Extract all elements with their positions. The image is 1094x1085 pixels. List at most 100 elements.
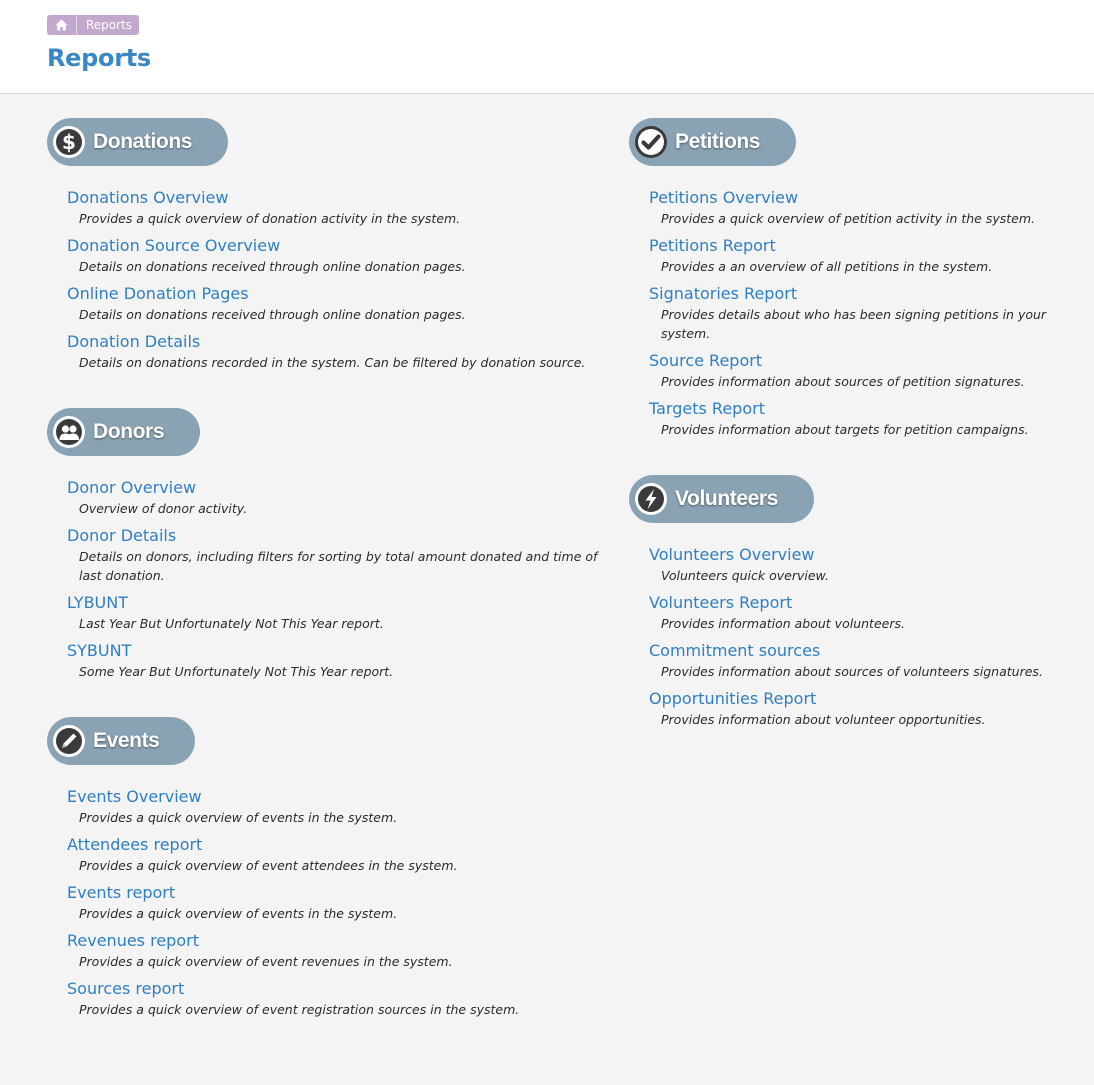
report-link[interactable]: Events report [67, 883, 175, 903]
section-header-volunteers: Volunteers [629, 475, 814, 523]
report-link[interactable]: Commitment sources [649, 641, 820, 661]
left-column: $ Donations Donations Overview Provides a q… [47, 118, 607, 1055]
dollar-icon: $ [53, 126, 85, 158]
report-item: Volunteers Overview Volunteers quick over… [649, 545, 1079, 585]
users-icon [53, 416, 85, 448]
report-item: Attendees report Provides a quick overvie… [67, 835, 607, 875]
section-title: Volunteers [675, 487, 778, 510]
section-title: Petitions [675, 130, 761, 153]
report-description: Provides a quick overview of events in t… [79, 810, 398, 825]
section-volunteers: Volunteers Volunteers Overview Volunteers … [629, 475, 1079, 729]
report-description: Provides information about volunteers. [661, 616, 905, 631]
report-link[interactable]: Donations Overview [67, 188, 228, 208]
right-column: Petitions Petitions Overview Provides a qu… [629, 118, 1079, 765]
report-list: Events Overview Provides a quick overview… [47, 787, 607, 1019]
report-description: Provides a quick overview of donation ac… [79, 211, 461, 226]
report-link[interactable]: Petitions Report [649, 236, 776, 256]
report-description: Provides information about volunteer opp… [661, 712, 986, 727]
home-icon [55, 19, 68, 31]
page-title: Reports [47, 44, 151, 72]
report-link[interactable]: Donation Details [67, 332, 200, 352]
report-description: Details on donations received through on… [79, 259, 466, 274]
report-link[interactable]: Donor Details [67, 526, 176, 546]
report-item: Targets Report Provides information about… [649, 399, 1079, 439]
breadcrumb-item-reports[interactable]: Reports [77, 15, 139, 35]
section-header-donors: Donors [47, 408, 201, 456]
report-item: LYBUNT Last Year But Unfortunately Not Th… [67, 593, 607, 633]
report-item: Donation Details Details on donations rec… [67, 332, 607, 372]
section-header-events: Events [47, 717, 196, 765]
section-title: Donors [93, 420, 165, 443]
report-item: Donor Overview Overview of donor activity… [67, 478, 607, 518]
report-item: Volunteers Report Provides information ab… [649, 593, 1079, 633]
report-description: Provides information about sources of pe… [661, 374, 1025, 389]
svg-text:$: $ [62, 130, 76, 154]
report-description: Details on donors, including filters for… [79, 549, 598, 583]
report-list: Petitions Overview Provides a quick overv… [629, 188, 1079, 439]
section-donors: Donors Donor Overview Overview of donor ac… [47, 408, 607, 681]
report-link[interactable]: Sources report [67, 979, 184, 999]
report-link[interactable]: Targets Report [649, 399, 765, 419]
report-link[interactable]: Donation Source Overview [67, 236, 280, 256]
report-link[interactable]: Volunteers Report [649, 593, 792, 613]
report-description: Provides a quick overview of event reven… [79, 954, 453, 969]
report-item: Signatories Report Provides details about… [649, 284, 1079, 343]
breadcrumb-home-link[interactable] [47, 15, 77, 35]
report-link[interactable]: Source Report [649, 351, 762, 371]
report-list: Volunteers Overview Volunteers quick over… [629, 545, 1079, 729]
report-link[interactable]: Donor Overview [67, 478, 196, 498]
report-link[interactable]: Volunteers Overview [649, 545, 815, 565]
report-description: Provides details about who has been sign… [661, 307, 1047, 341]
report-description: Provides a quick overview of events in t… [79, 906, 398, 921]
page-header: Reports Reports [0, 0, 1094, 94]
report-link[interactable]: Signatories Report [649, 284, 797, 304]
report-link[interactable]: Events Overview [67, 787, 202, 807]
section-petitions: Petitions Petitions Overview Provides a qu… [629, 118, 1079, 439]
report-description: Overview of donor activity. [79, 501, 248, 516]
report-item: Events Overview Provides a quick overview… [67, 787, 607, 827]
report-list: Donor Overview Overview of donor activity… [47, 478, 607, 681]
report-description: Provides a quick overview of event atten… [79, 858, 458, 873]
section-events: Events Events Overview Provides a quick ov… [47, 717, 607, 1019]
report-description: Provides a an overview of all petitions … [661, 259, 993, 274]
section-header-donations: $ Donations [47, 118, 229, 166]
report-list: Donations Overview Provides a quick overv… [47, 188, 607, 372]
report-description: Some Year But Unfortunately Not This Yea… [79, 664, 394, 679]
report-description: Last Year But Unfortunately Not This Yea… [79, 616, 384, 631]
report-item: Events report Provides a quick overview o… [67, 883, 607, 923]
lightning-icon [635, 483, 667, 515]
checkmark-icon [635, 126, 667, 158]
report-item: Donor Details Details on donors, includin… [67, 526, 607, 585]
report-item: Source Report Provides information about … [649, 351, 1079, 391]
report-description: Volunteers quick overview. [661, 568, 829, 583]
report-description: Details on donations received through on… [79, 307, 466, 322]
breadcrumb: Reports [47, 15, 140, 35]
section-title: Donations [93, 130, 193, 153]
report-item: Petitions Report Provides a an overview o… [649, 236, 1079, 276]
report-item: Online Donation Pages Details on donation… [67, 284, 607, 324]
report-item: Opportunities Report Provides information… [649, 689, 1079, 729]
report-item: Commitment sources Provides information a… [649, 641, 1079, 681]
report-description: Provides information about targets for p… [661, 422, 1029, 437]
report-item: Petitions Overview Provides a quick overv… [649, 188, 1079, 228]
section-donations: $ Donations Donations Overview Provides a q… [47, 118, 607, 372]
report-item: Revenues report Provides a quick overview… [67, 931, 607, 971]
report-item: SYBUNT Some Year But Unfortunately Not Th… [67, 641, 607, 681]
report-link[interactable]: Opportunities Report [649, 689, 816, 709]
report-link[interactable]: SYBUNT [67, 641, 131, 661]
report-link[interactable]: LYBUNT [67, 593, 128, 613]
section-header-petitions: Petitions [629, 118, 797, 166]
report-link[interactable]: Revenues report [67, 931, 199, 951]
report-description: Provides a quick overview of petition ac… [661, 211, 1035, 226]
report-link[interactable]: Petitions Overview [649, 188, 798, 208]
report-description: Details on donations recorded in the sys… [79, 355, 586, 370]
pencil-icon [53, 725, 85, 757]
report-description: Provides a quick overview of event regis… [79, 1002, 520, 1017]
report-item: Sources report Provides a quick overview … [67, 979, 607, 1019]
report-link[interactable]: Online Donation Pages [67, 284, 249, 304]
report-item: Donations Overview Provides a quick overv… [67, 188, 607, 228]
report-link[interactable]: Attendees report [67, 835, 202, 855]
section-title: Events [93, 729, 160, 752]
report-description: Provides information about sources of vo… [661, 664, 1043, 679]
report-item: Donation Source Overview Details on donat… [67, 236, 607, 276]
